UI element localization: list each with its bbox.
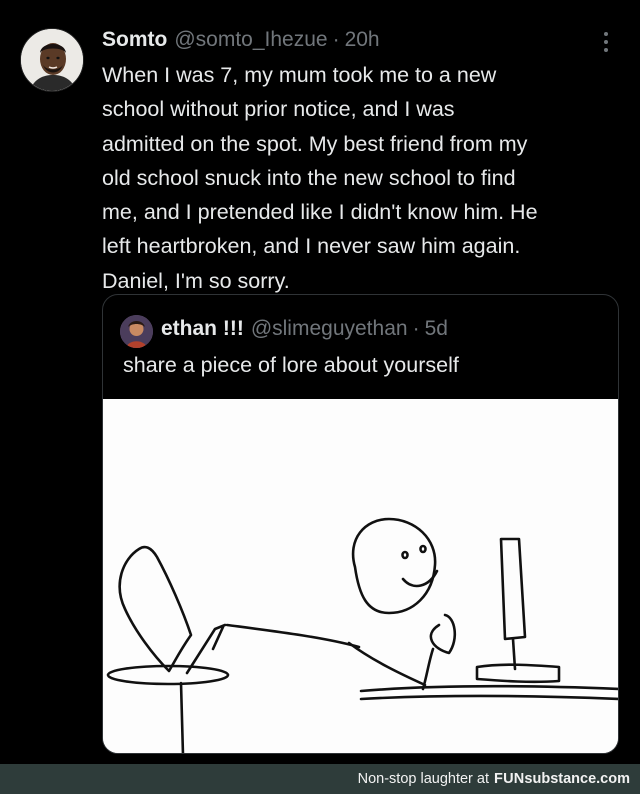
quote-user-handle[interactable]: @slimeguyethan	[251, 317, 408, 341]
tweet-timestamp[interactable]: 20h	[345, 28, 380, 52]
footer-brand-rest[interactable]: substance.com	[524, 771, 630, 787]
footer-brand-fun[interactable]: FUN	[494, 771, 524, 787]
footer-text: Non-stop laughter at	[357, 771, 490, 787]
quote-separator-dot: ·	[412, 317, 420, 340]
tweet-text: When I was 7, my mum took me to a new sc…	[102, 63, 538, 293]
quoted-tweet[interactable]: ethan !!! @slimeguyethan · 5d share a pi…	[102, 294, 619, 754]
quote-image-stick-figure-drawing[interactable]	[103, 399, 618, 753]
quote-text: share a piece of lore about yourself	[123, 353, 459, 377]
separator-dot: ·	[332, 28, 340, 51]
more-vertical-icon[interactable]	[596, 30, 616, 54]
tweet-header: Somto @somto_Ihezue · 20h	[102, 28, 380, 54]
quote-timestamp[interactable]: 5d	[425, 317, 448, 341]
user-handle[interactable]: @somto_Ihezue	[174, 28, 327, 52]
display-name[interactable]: Somto	[102, 28, 167, 52]
watermark-footer: Non-stop laughter at FUN substance.com	[0, 764, 640, 794]
tweet[interactable]: Somto @somto_Ihezue · 20h When I was 7, …	[0, 0, 640, 764]
quote-avatar[interactable]	[120, 315, 153, 348]
avatar[interactable]	[20, 28, 84, 92]
quote-display-name[interactable]: ethan !!!	[161, 317, 244, 341]
quote-header: ethan !!! @slimeguyethan · 5d	[161, 317, 448, 341]
